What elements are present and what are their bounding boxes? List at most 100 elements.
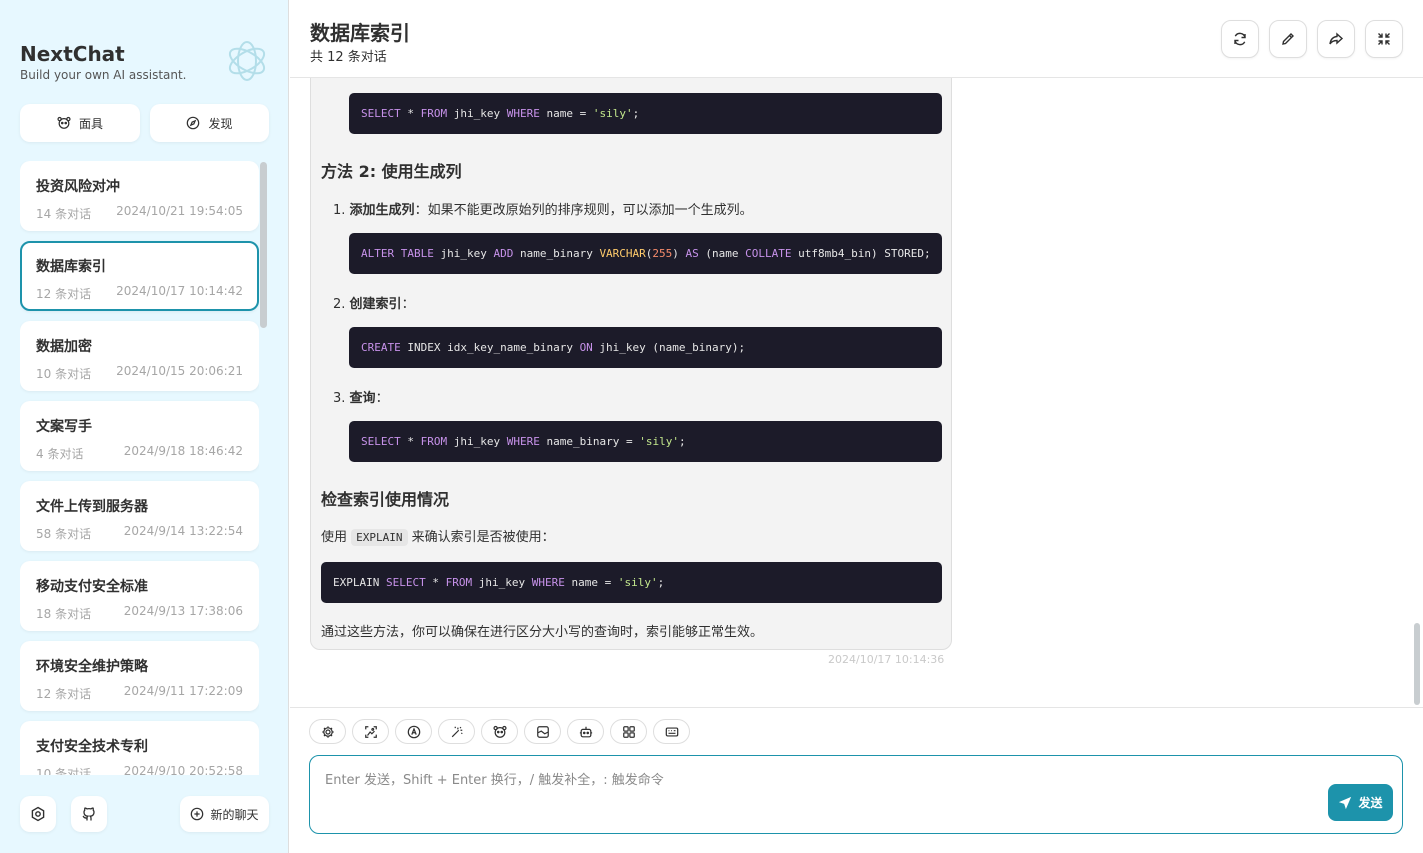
check-post: 来确认索引是否被使用： <box>411 530 555 545</box>
magic-wand-icon <box>450 725 464 739</box>
chat-item[interactable]: 数据加密 10 条对话 2024/10/15 20:06:21 <box>20 321 259 391</box>
keyboard-icon <box>665 725 679 739</box>
heading-check: 检查索引使用情况 <box>321 490 450 509</box>
code-block[interactable]: EXPLAIN SELECT * FROM jhi_key WHERE name… <box>321 562 942 603</box>
plus-circle-icon <box>190 807 204 821</box>
chat-item-title: 支付安全技术专利 <box>36 739 148 755</box>
input-panel: 发送 <box>290 707 1423 853</box>
code-block[interactable]: SELECT * FROM jhi_key WHERE name = 'sily… <box>349 93 942 134</box>
send-icon <box>1338 796 1352 810</box>
step-2-text: ： <box>401 297 415 312</box>
settings-button[interactable] <box>20 796 56 832</box>
chat-settings-button[interactable] <box>309 719 346 744</box>
auto-theme-icon <box>407 725 421 739</box>
chat-item-title: 移动支付安全标准 <box>36 579 148 595</box>
grid-icon <box>622 725 636 739</box>
send-button-label: 发送 <box>1358 796 1383 810</box>
upload-image-button[interactable] <box>352 719 389 744</box>
chat-item-date: 2024/10/17 10:14:42 <box>116 284 243 298</box>
model-select-button[interactable] <box>567 719 604 744</box>
settings-icon <box>321 725 335 739</box>
chat-item-count: 58 条对话 <box>36 527 92 541</box>
discover-button-label: 发现 <box>208 116 233 131</box>
chat-item-date: 2024/10/21 19:54:05 <box>116 204 243 218</box>
new-chat-label: 新的聊天 <box>210 807 259 822</box>
message-scrollbar[interactable] <box>1414 623 1420 705</box>
mask-icon <box>57 116 71 130</box>
break-icon <box>536 725 550 739</box>
step-3: 3. 查询： <box>333 391 389 406</box>
gear-icon <box>30 806 46 822</box>
chat-item-title: 数据库索引 <box>36 259 106 275</box>
chat-item-count: 10 条对话 <box>36 367 92 381</box>
step-1-bold: 添加生成列 <box>349 203 415 218</box>
prompt-button[interactable] <box>438 719 475 744</box>
chat-item[interactable]: 文案写手 4 条对话 2024/9/18 18:46:42 <box>20 401 259 471</box>
chat-item-title: 文件上传到服务器 <box>36 499 148 515</box>
mask-button-label: 面具 <box>78 116 103 131</box>
chat-item-active[interactable]: 数据库索引 12 条对话 2024/10/17 10:14:42 <box>20 241 259 311</box>
chat-item-date: 2024/10/15 20:06:21 <box>116 364 243 378</box>
chat-item[interactable]: 投资风险对冲 14 条对话 2024/10/21 19:54:05 <box>20 161 259 231</box>
mask-tool-button[interactable] <box>481 719 518 744</box>
sidebar-scrollbar[interactable] <box>260 162 267 328</box>
chat-item-title: 投资风险对冲 <box>36 179 120 195</box>
chat-item[interactable]: 支付安全技术专利 10 条对话 2024/9/10 20:52:58 <box>20 721 259 775</box>
fullscreen-button[interactable] <box>1365 20 1403 58</box>
chat-item-title: 数据加密 <box>36 339 92 355</box>
check-pre: 使用 <box>321 530 348 545</box>
edit-button[interactable] <box>1269 20 1307 58</box>
mask-icon <box>492 725 507 739</box>
message-list[interactable]: SELECT * FROM jhi_key WHERE name = 'sily… <box>290 78 1423 707</box>
chat-item[interactable]: 环境安全维护策略 12 条对话 2024/9/11 17:22:09 <box>20 641 259 711</box>
mask-button[interactable]: 面具 <box>20 104 140 142</box>
chat-subtitle: 共 12 条对话 <box>310 50 387 65</box>
chat-item-date: 2024/9/13 17:38:06 <box>123 604 243 618</box>
conclusion-text: 通过这些方法，你可以确保在进行区分大小写的查询时，索引能够正常生效。 <box>321 625 764 640</box>
chat-item-count: 10 条对话 <box>36 767 92 775</box>
robot-icon <box>579 725 593 739</box>
message-date: 2024/10/17 10:14:36 <box>828 653 945 666</box>
heading-method2: 方法 2: 使用生成列 <box>321 162 462 181</box>
share-button[interactable] <box>1317 20 1355 58</box>
chat-input-box <box>309 755 1403 834</box>
check-paragraph: 使用 EXPLAIN 来确认索引是否被使用： <box>321 526 555 546</box>
chat-item-date: 2024/9/11 17:22:09 <box>123 684 243 698</box>
sidebar: NextChat Build your own AI assistant. 面具… <box>0 0 289 853</box>
chat-header: 数据库索引 共 12 条对话 <box>290 0 1423 78</box>
github-icon <box>81 806 97 822</box>
minimize-icon <box>1376 31 1392 47</box>
code-block[interactable]: SELECT * FROM jhi_key WHERE name_binary … <box>349 421 942 462</box>
step-3-text: ： <box>375 391 389 406</box>
refresh-title-button[interactable] <box>1221 20 1259 58</box>
new-chat-button[interactable]: 新的聊天 <box>180 796 269 832</box>
github-button[interactable] <box>71 796 107 832</box>
chat-item[interactable]: 文件上传到服务器 58 条对话 2024/9/14 13:22:54 <box>20 481 259 551</box>
code-block[interactable]: CREATE INDEX idx_key_name_binary ON jhi_… <box>349 327 942 368</box>
brand-title: NextChat <box>20 42 125 66</box>
chatgpt-logo-icon <box>224 38 270 84</box>
share-icon <box>1328 31 1344 47</box>
inline-code: EXPLAIN <box>351 529 408 546</box>
chat-item-count: 12 条对话 <box>36 287 92 301</box>
chat-title[interactable]: 数据库索引 <box>310 17 410 46</box>
compass-icon <box>186 116 200 130</box>
step-2: 2. 创建索引： <box>333 297 415 312</box>
plugin-button[interactable] <box>610 719 647 744</box>
shortcut-button[interactable] <box>653 719 690 744</box>
clear-context-button[interactable] <box>524 719 561 744</box>
reload-icon <box>1232 31 1248 47</box>
pencil-icon <box>1280 31 1296 47</box>
chat-input[interactable] <box>311 757 1311 827</box>
theme-button[interactable] <box>395 719 432 744</box>
code-block[interactable]: ALTER TABLE jhi_key ADD name_binary VARC… <box>349 233 942 274</box>
send-button[interactable]: 发送 <box>1328 784 1393 821</box>
chat-item[interactable]: 移动支付安全标准 18 条对话 2024/9/13 17:38:06 <box>20 561 259 631</box>
step-1: 1. 添加生成列：如果不能更改原始列的排序规则，可以添加一个生成列。 <box>333 203 753 218</box>
chat-item-count: 4 条对话 <box>36 447 84 461</box>
step-3-bold: 查询 <box>349 391 376 406</box>
discover-button[interactable]: 发现 <box>150 104 269 142</box>
chat-list: 投资风险对冲 14 条对话 2024/10/21 19:54:05 数据库索引 … <box>20 161 259 775</box>
step-2-bold: 创建索引 <box>349 297 402 312</box>
step-1-text: ：如果不能更改原始列的排序规则，可以添加一个生成列。 <box>414 203 753 218</box>
